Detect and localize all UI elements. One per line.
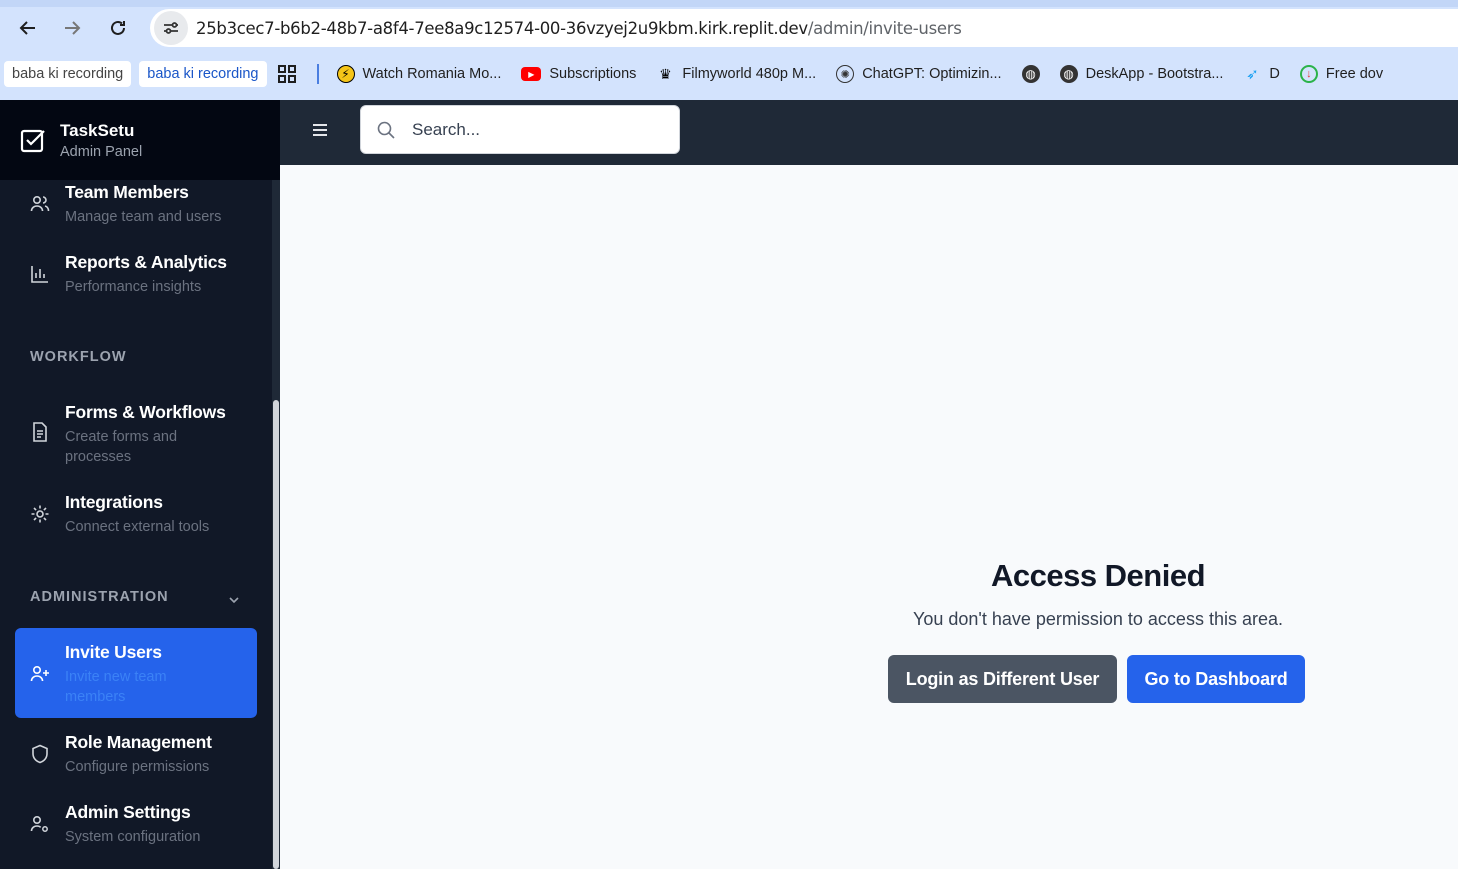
bookmark-tag-2[interactable]: baba ki recording <box>139 61 267 87</box>
sidebar-item-admin-settings[interactable]: Admin Settings System configuration <box>15 802 257 847</box>
bookmark-label: Free dov <box>1325 66 1384 82</box>
nav-desc-line: members <box>65 689 126 705</box>
bookmark-label: Subscriptions <box>549 66 637 82</box>
file-icon <box>33 422 47 442</box>
shield-icon <box>32 744 48 764</box>
bookmark-label: ChatGPT: Optimizin... <box>862 66 1002 82</box>
globe-icon: ◍ <box>1021 65 1040 83</box>
go-to-dashboard-button[interactable]: Go to Dashboard <box>1127 655 1305 703</box>
page-title: Access Denied <box>990 558 1206 593</box>
globe-icon: ◍ <box>1059 65 1078 83</box>
menu-icon[interactable] <box>310 120 330 140</box>
search-input[interactable] <box>412 119 662 140</box>
sidebar-item-reports[interactable]: Reports & Analytics Performance insights <box>15 252 257 297</box>
nav-desc: Create forms and processes <box>65 427 226 467</box>
sidebar-item-invite-users[interactable]: Invite Users Invite new team members <box>15 628 257 718</box>
forward-icon[interactable] <box>56 12 88 44</box>
search-box[interactable] <box>360 105 680 154</box>
brand-subtitle: Admin Panel <box>60 143 143 160</box>
nav-desc-line: Create forms and <box>65 429 178 445</box>
sidebar-item-role-management[interactable]: Role Management Configure permissions <box>15 732 257 777</box>
bookmark-tag-1[interactable]: baba ki recording <box>4 61 132 87</box>
bookmark-subscriptions[interactable]: ▶ Subscriptions <box>513 61 644 87</box>
site-settings-icon[interactable] <box>154 11 188 45</box>
url-text: 25b3cec7-b6b2-48b7-a8f4-7ee8a9c12574-00-… <box>196 19 962 38</box>
login-different-user-button[interactable]: Login as Different User <box>888 655 1117 703</box>
brand[interactable]: TaskSetu Admin Panel <box>0 100 280 180</box>
denied-message: You don't have permission to access this… <box>913 609 1283 629</box>
bookmark-globe[interactable]: ◍ <box>1014 61 1048 87</box>
chevron-down-icon[interactable] <box>227 593 241 607</box>
bookmark-free-download[interactable]: ↓ Free dov <box>1292 61 1391 87</box>
nav-desc: Manage team and users <box>65 209 222 225</box>
nav-desc: System configuration <box>65 829 201 845</box>
users-icon <box>30 195 50 212</box>
apps-grid-icon[interactable] <box>271 61 303 87</box>
app: TaskSetu Admin Panel Team Members Manage… <box>0 100 1458 869</box>
bookmark-filmyworld[interactable]: ♛ Filmyworld 480p M... <box>648 61 824 87</box>
bookmark-label: baba ki recording <box>147 66 259 82</box>
topbar <box>280 100 1458 165</box>
back-icon[interactable] <box>12 12 44 44</box>
chatgpt-icon: ✺ <box>836 65 855 83</box>
bookmark-label: DeskApp - Bootstra... <box>1085 66 1224 82</box>
bookmark-label: D <box>1269 66 1280 82</box>
gear-icon <box>31 505 49 523</box>
nav-desc-line: processes <box>65 449 132 465</box>
bookmark-d[interactable]: ➶ D <box>1235 61 1287 87</box>
browser-chrome: 25b3cec7-b6b2-48b7-a8f4-7ee8a9c12574-00-… <box>0 0 1458 100</box>
url-host: 25b3cec7-b6b2-48b7-a8f4-7ee8a9c12574-00-… <box>196 18 808 38</box>
nav-desc: Invite new team members <box>65 667 167 707</box>
nav-title: Forms & Workflows <box>65 402 226 422</box>
nav-title: Integrations <box>65 492 163 512</box>
bookmark-label: Watch Romania Mo... <box>362 66 502 82</box>
nav-desc: Performance insights <box>65 279 202 295</box>
nav-title: Admin Settings <box>65 802 191 822</box>
download-icon: ↓ <box>1299 65 1318 83</box>
nav-title: Reports & Analytics <box>65 252 227 272</box>
bookmark-deskapp[interactable]: ◍ DeskApp - Bootstra... <box>1052 61 1232 87</box>
crown-icon: ♛ <box>659 65 672 82</box>
bookmark-separator <box>316 64 319 84</box>
sidebar-item-forms-workflows[interactable]: Forms & Workflows Create forms and proces… <box>15 402 257 467</box>
user-plus-icon <box>30 665 49 682</box>
bookmark-label: baba ki recording <box>12 66 124 82</box>
nav-desc: Connect external tools <box>65 519 210 535</box>
bolt-icon: ⚡ <box>336 65 355 83</box>
bookmark-label: Filmyworld 480p M... <box>682 66 817 82</box>
address-bar[interactable]: 25b3cec7-b6b2-48b7-a8f4-7ee8a9c12574-00-… <box>150 9 1458 47</box>
user-cog-icon <box>30 815 48 832</box>
sidebar: TaskSetu Admin Panel Team Members Manage… <box>0 100 280 869</box>
nav-title: Invite Users <box>65 642 162 662</box>
search-icon <box>377 121 395 139</box>
sidebar-item-integrations[interactable]: Integrations Connect external tools <box>15 492 257 537</box>
nav-desc: Configure permissions <box>65 759 210 775</box>
check-square-icon <box>20 129 45 153</box>
url-path: /admin/invite-users <box>807 18 962 38</box>
reload-icon[interactable] <box>102 12 134 44</box>
section-workflow: WORKFLOW <box>30 349 127 365</box>
nav-desc-line: Invite new team <box>65 669 167 685</box>
youtube-icon: ▶ <box>521 67 542 81</box>
bookmark-watch-romania[interactable]: ⚡ Watch Romania Mo... <box>329 61 510 87</box>
bar-chart-icon <box>31 266 48 283</box>
nav-title: Role Management <box>65 732 212 752</box>
sidebar-item-team-members[interactable]: Team Members Manage team and users <box>15 182 257 227</box>
section-administration[interactable]: ADMINISTRATION <box>30 589 169 605</box>
main-content: Access Denied You don't have permission … <box>280 165 1458 869</box>
sidebar-scrollbar-thumb[interactable] <box>273 400 279 869</box>
brand-title: TaskSetu <box>60 120 135 140</box>
bookmarks-bar: baba ki recording baba ki recording ⚡ Wat… <box>0 58 1458 90</box>
nav-title: Team Members <box>65 182 189 202</box>
bird-icon: ➶ <box>1246 66 1259 83</box>
bookmark-chatgpt[interactable]: ✺ ChatGPT: Optimizin... <box>828 61 1009 87</box>
